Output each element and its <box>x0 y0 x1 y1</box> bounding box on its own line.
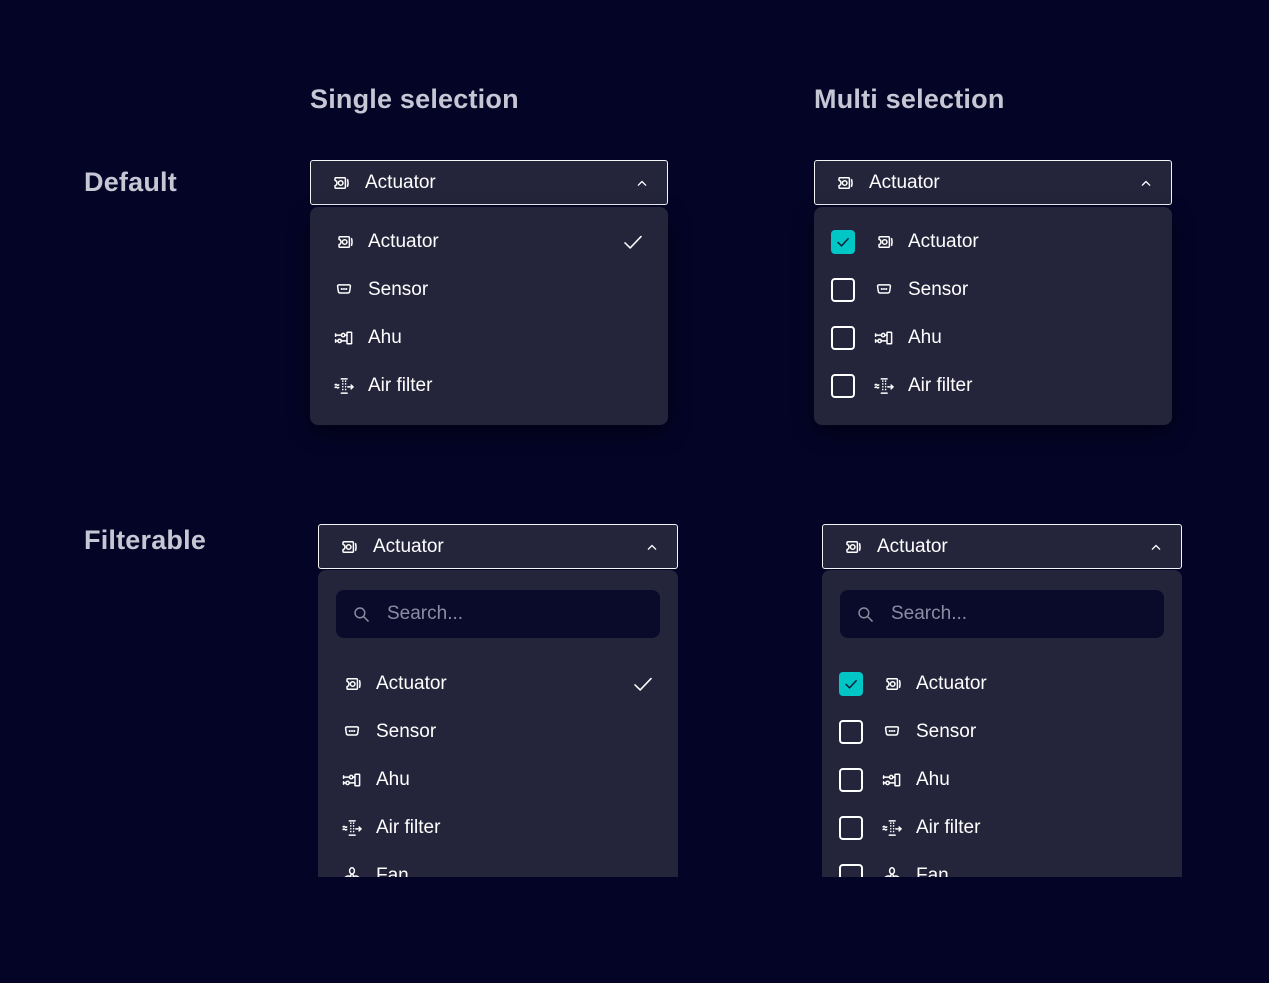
option-label: Ahu <box>368 327 402 349</box>
option-air-filter[interactable]: Air filter <box>318 804 678 852</box>
air-filter-icon <box>872 374 896 398</box>
dropdown-panel: Actuator Sensor Ahu Air filter <box>310 207 668 425</box>
dropdown-panel: Actuator Sensor Ahu Air filter <box>814 207 1172 425</box>
option-ahu[interactable]: Ahu <box>822 756 1182 804</box>
chevron-up-icon <box>1136 173 1156 193</box>
option-label: Sensor <box>368 279 428 301</box>
option-label: Sensor <box>908 279 968 301</box>
fan-icon <box>880 864 904 877</box>
option-sensor[interactable]: Sensor <box>822 708 1182 756</box>
select-trigger[interactable]: Actuator <box>318 524 678 569</box>
search-box <box>336 590 660 638</box>
select-trigger[interactable]: Actuator <box>310 160 668 205</box>
checkbox-unchecked[interactable] <box>839 768 863 792</box>
row-label-default: Default <box>84 167 177 198</box>
air-filter-icon <box>880 816 904 840</box>
sensor-icon <box>872 278 896 302</box>
option-label: Ahu <box>916 769 950 791</box>
air-filter-icon <box>340 816 364 840</box>
checkbox-unchecked[interactable] <box>839 816 863 840</box>
actuator-icon <box>332 230 356 254</box>
option-air-filter[interactable]: Air filter <box>822 804 1182 852</box>
search-icon <box>854 603 876 625</box>
checkbox-unchecked[interactable] <box>831 326 855 350</box>
option-ahu[interactable]: Ahu <box>814 314 1172 362</box>
checkbox-checked[interactable] <box>831 230 855 254</box>
option-label: Actuator <box>916 673 987 695</box>
option-sensor[interactable]: Sensor <box>318 708 678 756</box>
select-value: Actuator <box>373 536 444 558</box>
fan-icon <box>340 864 364 877</box>
air-filter-icon <box>332 374 356 398</box>
actuator-icon <box>832 171 856 195</box>
checkbox-unchecked[interactable] <box>831 374 855 398</box>
option-sensor[interactable]: Sensor <box>310 266 668 314</box>
option-label: Fan <box>376 865 409 877</box>
ahu-icon <box>332 326 356 350</box>
select-value: Actuator <box>877 536 948 558</box>
option-label: Air filter <box>916 817 980 839</box>
option-label: Air filter <box>368 375 432 397</box>
chevron-up-icon <box>632 173 652 193</box>
search-input[interactable] <box>889 602 1150 626</box>
search-box <box>840 590 1164 638</box>
option-fan[interactable]: Fan <box>318 852 678 877</box>
sensor-icon <box>880 720 904 744</box>
column-header-multi-selection: Multi selection <box>814 84 1005 115</box>
checkbox-unchecked[interactable] <box>839 720 863 744</box>
option-label: Ahu <box>376 769 410 791</box>
check-icon <box>620 229 646 255</box>
option-fan[interactable]: Fan <box>822 852 1182 877</box>
ahu-icon <box>340 768 364 792</box>
actuator-icon <box>872 230 896 254</box>
sensor-icon <box>332 278 356 302</box>
select-value: Actuator <box>365 172 436 194</box>
option-actuator[interactable]: Actuator <box>310 218 668 266</box>
option-label: Actuator <box>368 231 439 253</box>
chevron-up-icon <box>1146 537 1166 557</box>
search-icon <box>350 603 372 625</box>
check-icon <box>834 233 852 251</box>
option-air-filter[interactable]: Air filter <box>814 362 1172 410</box>
actuator-icon <box>840 535 864 559</box>
option-label: Actuator <box>908 231 979 253</box>
option-actuator[interactable]: Actuator <box>318 660 678 708</box>
option-actuator[interactable]: Actuator <box>822 660 1182 708</box>
checkbox-checked[interactable] <box>839 672 863 696</box>
option-actuator[interactable]: Actuator <box>814 218 1172 266</box>
chevron-up-icon <box>642 537 662 557</box>
option-sensor[interactable]: Sensor <box>814 266 1172 314</box>
dropdown-panel: Actuator Sensor Ahu Air filter <box>822 570 1182 877</box>
select-trigger[interactable]: Actuator <box>814 160 1172 205</box>
actuator-icon <box>880 672 904 696</box>
option-label: Ahu <box>908 327 942 349</box>
option-label: Sensor <box>916 721 976 743</box>
option-label: Air filter <box>908 375 972 397</box>
actuator-icon <box>336 535 360 559</box>
ahu-icon <box>880 768 904 792</box>
option-ahu[interactable]: Ahu <box>318 756 678 804</box>
option-label: Air filter <box>376 817 440 839</box>
check-icon <box>842 675 860 693</box>
ahu-icon <box>872 326 896 350</box>
select-trigger[interactable]: Actuator <box>822 524 1182 569</box>
sensor-icon <box>340 720 364 744</box>
dropdown-panel: Actuator Sensor Ahu Air filter Fa <box>318 570 678 877</box>
search-input[interactable] <box>385 602 646 626</box>
column-header-single-selection: Single selection <box>310 84 519 115</box>
actuator-icon <box>328 171 352 195</box>
check-icon <box>630 671 656 697</box>
actuator-icon <box>340 672 364 696</box>
option-ahu[interactable]: Ahu <box>310 314 668 362</box>
option-label: Actuator <box>376 673 447 695</box>
option-air-filter[interactable]: Air filter <box>310 362 668 410</box>
checkbox-unchecked[interactable] <box>831 278 855 302</box>
checkbox-unchecked[interactable] <box>839 864 863 877</box>
row-label-filterable: Filterable <box>84 525 206 556</box>
option-label: Fan <box>916 865 949 877</box>
dropdown-component-showcase: Single selection Multi selection Default… <box>0 0 1269 983</box>
select-value: Actuator <box>869 172 940 194</box>
option-label: Sensor <box>376 721 436 743</box>
